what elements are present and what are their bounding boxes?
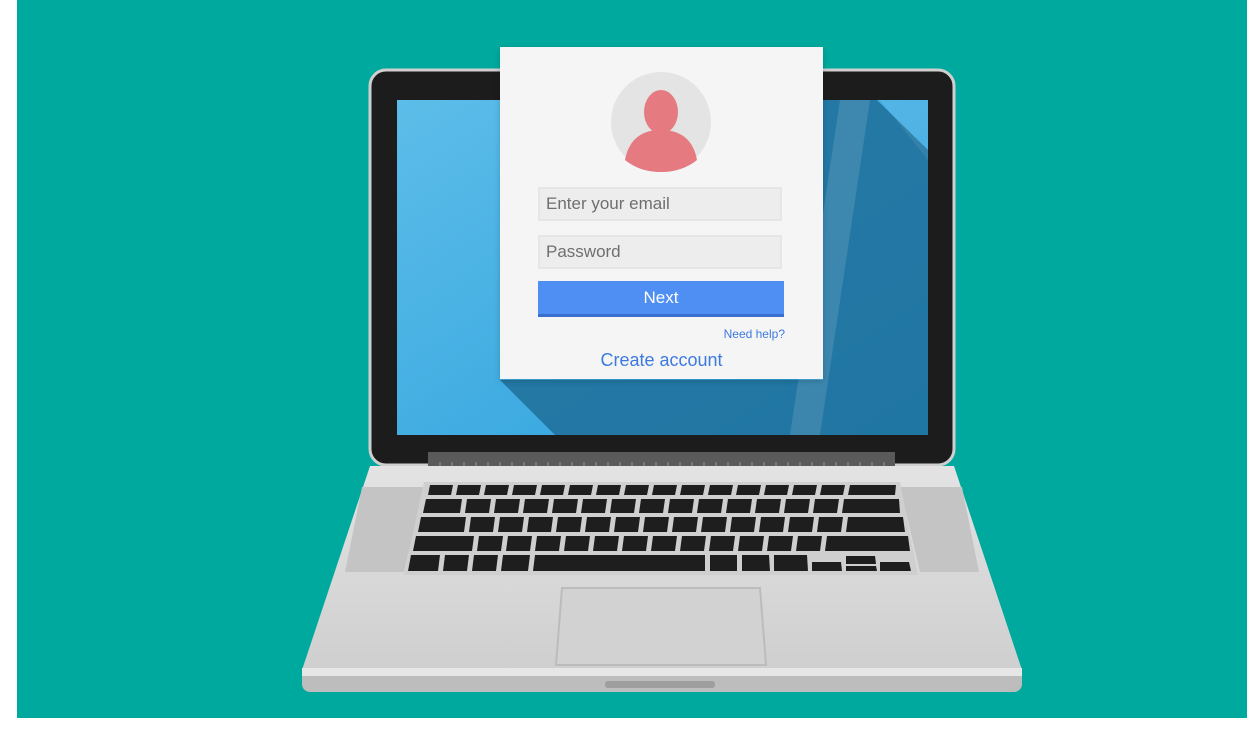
need-help-link[interactable]: Need help?: [724, 327, 785, 341]
password-field[interactable]: [538, 235, 782, 269]
laptop-base-front-highlight: [302, 668, 1022, 676]
email-field[interactable]: [538, 187, 782, 221]
create-account-link[interactable]: Create account: [500, 350, 823, 371]
trackpad: [554, 587, 768, 666]
login-card: Next Need help? Create account: [500, 47, 823, 379]
next-button[interactable]: Next: [538, 281, 784, 317]
laptop-notch: [605, 681, 715, 688]
laptop-hinge: [428, 452, 895, 468]
user-silhouette-icon: [611, 72, 711, 172]
login-illustration: Next Need help? Create account: [0, 0, 1247, 745]
